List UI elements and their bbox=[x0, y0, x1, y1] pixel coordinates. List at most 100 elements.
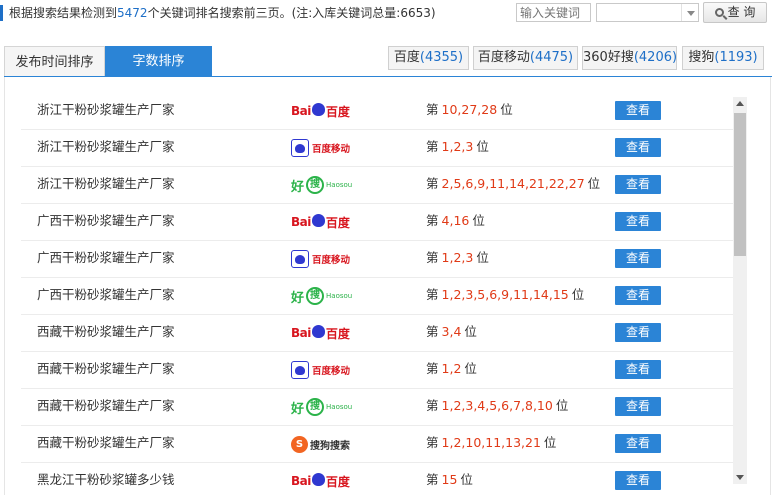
logo-text: Bai bbox=[291, 326, 311, 340]
list-item: 西藏干粉砂浆罐生产厂家 S 搜狗搜索 第 1,2,10,11,13,21 位 查看 bbox=[21, 426, 733, 463]
scroll-down-icon[interactable] bbox=[733, 470, 747, 484]
logo-text: 百度 bbox=[325, 104, 350, 119]
view-button[interactable]: 查看 bbox=[615, 397, 661, 416]
engine-tab-360[interactable]: 360好搜(4206) bbox=[582, 46, 677, 70]
haosou-logo-icon: 好搜 Haosou bbox=[291, 173, 352, 197]
rank-prefix: 第 bbox=[426, 176, 439, 191]
keyword-text: 西藏干粉砂浆罐生产厂家 bbox=[37, 324, 175, 339]
list-item: 浙江干粉砂浆罐生产厂家 百度移动 第 1,2,3 位 查看 bbox=[21, 130, 733, 167]
logo-text: 好 bbox=[291, 290, 305, 306]
rank-numbers: 1,2,3,4,5,6,7,8,10 bbox=[441, 398, 553, 413]
view-button[interactable]: 查看 bbox=[615, 360, 661, 379]
rank-info: 第 1,2,3,4,5,6,7,8,10 位 bbox=[426, 389, 568, 423]
search-icon bbox=[714, 8, 724, 17]
view-button[interactable]: 查看 bbox=[615, 323, 661, 342]
keyword-text: 浙江干粉砂浆罐生产厂家 bbox=[37, 176, 175, 191]
rank-info: 第 1,2 位 bbox=[426, 352, 477, 386]
rank-numbers: 15 bbox=[441, 472, 458, 487]
rank-suffix: 位 bbox=[500, 102, 513, 117]
rank-prefix: 第 bbox=[426, 139, 439, 154]
keyword-text: 广西干粉砂浆罐生产厂家 bbox=[37, 287, 175, 302]
scrollbar-thumb[interactable] bbox=[734, 113, 746, 256]
rank-info: 第 2,5,6,9,11,14,21,22,27 位 bbox=[426, 167, 600, 201]
rank-info: 第 10,27,28 位 bbox=[426, 93, 513, 127]
engine-tab-label: 百度移动 bbox=[477, 50, 530, 65]
view-button[interactable]: 查看 bbox=[615, 138, 661, 157]
rank-numbers: 1,2,3,5,6,9,11,14,15 bbox=[441, 287, 569, 302]
scrollbar[interactable] bbox=[733, 97, 747, 484]
list-item: 广西干粉砂浆罐生产厂家 百度移动 第 1,2,3 位 查看 bbox=[21, 241, 733, 278]
engine-tab-baidu-mobile[interactable]: 百度移动(4475) bbox=[473, 46, 578, 70]
summary-prefix: 根据搜索结果检测到 bbox=[9, 6, 118, 20]
chevron-down-icon[interactable] bbox=[681, 4, 698, 21]
engine-tab-baidu[interactable]: 百度(4355) bbox=[388, 46, 469, 70]
logo-text: 百度 bbox=[325, 474, 350, 489]
list-item: 浙江干粉砂浆罐生产厂家 好搜 Haosou 第 2,5,6,9,11,14,21,2… bbox=[21, 167, 733, 204]
baidu-mobile-logo-icon: 百度移动 bbox=[291, 247, 350, 271]
view-button[interactable]: 查看 bbox=[615, 286, 661, 305]
baidu-logo-icon: Bai 百度 bbox=[291, 321, 350, 345]
logo-text: 百度移动 bbox=[312, 366, 351, 377]
results-panel: 浙江干粉砂浆罐生产厂家 Bai 百度 第 10,27,28 位 查看 浙江干粉砂浆罐生… bbox=[4, 77, 771, 495]
rank-prefix: 第 bbox=[426, 102, 439, 117]
logo-text: 百度移动 bbox=[312, 144, 351, 155]
engine-tab-label: 360好搜 bbox=[583, 50, 634, 65]
rank-numbers: 1,2 bbox=[441, 361, 462, 376]
summary-count: 5472 bbox=[117, 6, 148, 20]
rank-prefix: 第 bbox=[426, 472, 439, 487]
engine-select[interactable] bbox=[596, 3, 699, 22]
rank-numbers: 10,27,28 bbox=[441, 102, 498, 117]
engine-tab-count: (4475) bbox=[529, 50, 574, 65]
logo-text: Bai bbox=[291, 215, 311, 229]
rank-prefix: 第 bbox=[426, 324, 439, 339]
rank-numbers: 1,2,10,11,13,21 bbox=[441, 435, 541, 450]
view-button[interactable]: 查看 bbox=[615, 212, 661, 231]
view-button[interactable]: 查看 bbox=[615, 471, 661, 490]
keyword-text: 广西干粉砂浆罐生产厂家 bbox=[37, 213, 175, 228]
summary-marker bbox=[0, 4, 3, 21]
rank-info: 第 1,2,3,5,6,9,11,14,15 位 bbox=[426, 278, 584, 312]
rank-info: 第 15 位 bbox=[426, 463, 473, 495]
logo-text: Bai bbox=[291, 104, 311, 118]
keyword-text: 西藏干粉砂浆罐生产厂家 bbox=[37, 361, 175, 376]
engine-logo: 好搜 Haosou bbox=[291, 284, 352, 308]
rank-prefix: 第 bbox=[426, 213, 439, 228]
keyword-text: 西藏干粉砂浆罐生产厂家 bbox=[37, 398, 175, 413]
view-button[interactable]: 查看 bbox=[615, 175, 661, 194]
paw-icon bbox=[291, 250, 309, 268]
logo-text: 好 bbox=[291, 179, 305, 195]
engine-tab-sogou[interactable]: 搜狗(1193) bbox=[682, 46, 764, 70]
rank-prefix: 第 bbox=[426, 361, 439, 376]
logo-text: 百度 bbox=[325, 326, 350, 341]
engine-tab-count: (4355) bbox=[419, 50, 464, 65]
baidu-logo-icon: Bai 百度 bbox=[291, 99, 350, 123]
scroll-up-icon[interactable] bbox=[733, 97, 747, 111]
rank-suffix: 位 bbox=[555, 398, 569, 413]
rank-suffix: 位 bbox=[476, 250, 489, 265]
rank-numbers: 1,2,3 bbox=[441, 250, 474, 265]
query-button[interactable]: 查 询 bbox=[703, 2, 767, 23]
view-button[interactable]: 查看 bbox=[615, 434, 661, 453]
view-button[interactable]: 查看 bbox=[615, 101, 661, 120]
tab-word-count-sort[interactable]: 字数排序 bbox=[105, 46, 212, 77]
engine-logo: 百度移动 bbox=[291, 358, 350, 382]
sogou-logo-icon: S 搜狗搜索 bbox=[291, 432, 350, 456]
haosou-logo-icon: 好搜 Haosou bbox=[291, 395, 352, 419]
keyword-text: 黑龙江干粉砂浆罐多少钱 bbox=[37, 472, 175, 487]
keyword-search-input[interactable] bbox=[516, 3, 591, 22]
logo-text: Haosou bbox=[326, 403, 353, 411]
logo-text: 搜狗搜索 bbox=[310, 440, 350, 452]
tab-publish-time-sort[interactable]: 发布时间排序 bbox=[4, 46, 105, 77]
logo-text: 好 bbox=[291, 401, 305, 417]
list-item: 广西干粉砂浆罐生产厂家 好搜 Haosou 第 1,2,3,5,6,9,11,14,… bbox=[21, 278, 733, 315]
list-item: 西藏干粉砂浆罐生产厂家 百度移动 第 1,2 位 查看 bbox=[21, 352, 733, 389]
engine-logo: S 搜狗搜索 bbox=[291, 432, 350, 456]
view-button[interactable]: 查看 bbox=[615, 249, 661, 268]
engine-logo: 好搜 Haosou bbox=[291, 173, 352, 197]
keyword-text: 浙江干粉砂浆罐生产厂家 bbox=[37, 139, 175, 154]
list-item: 广西干粉砂浆罐生产厂家 Bai 百度 第 4,16 位 查看 bbox=[21, 204, 733, 241]
baidu-logo-icon: Bai 百度 bbox=[291, 210, 350, 234]
rank-info: 第 3,4 位 bbox=[426, 315, 477, 349]
list-item: 浙江干粉砂浆罐生产厂家 Bai 百度 第 10,27,28 位 查看 bbox=[21, 93, 733, 130]
logo-text: 搜 bbox=[306, 287, 325, 305]
